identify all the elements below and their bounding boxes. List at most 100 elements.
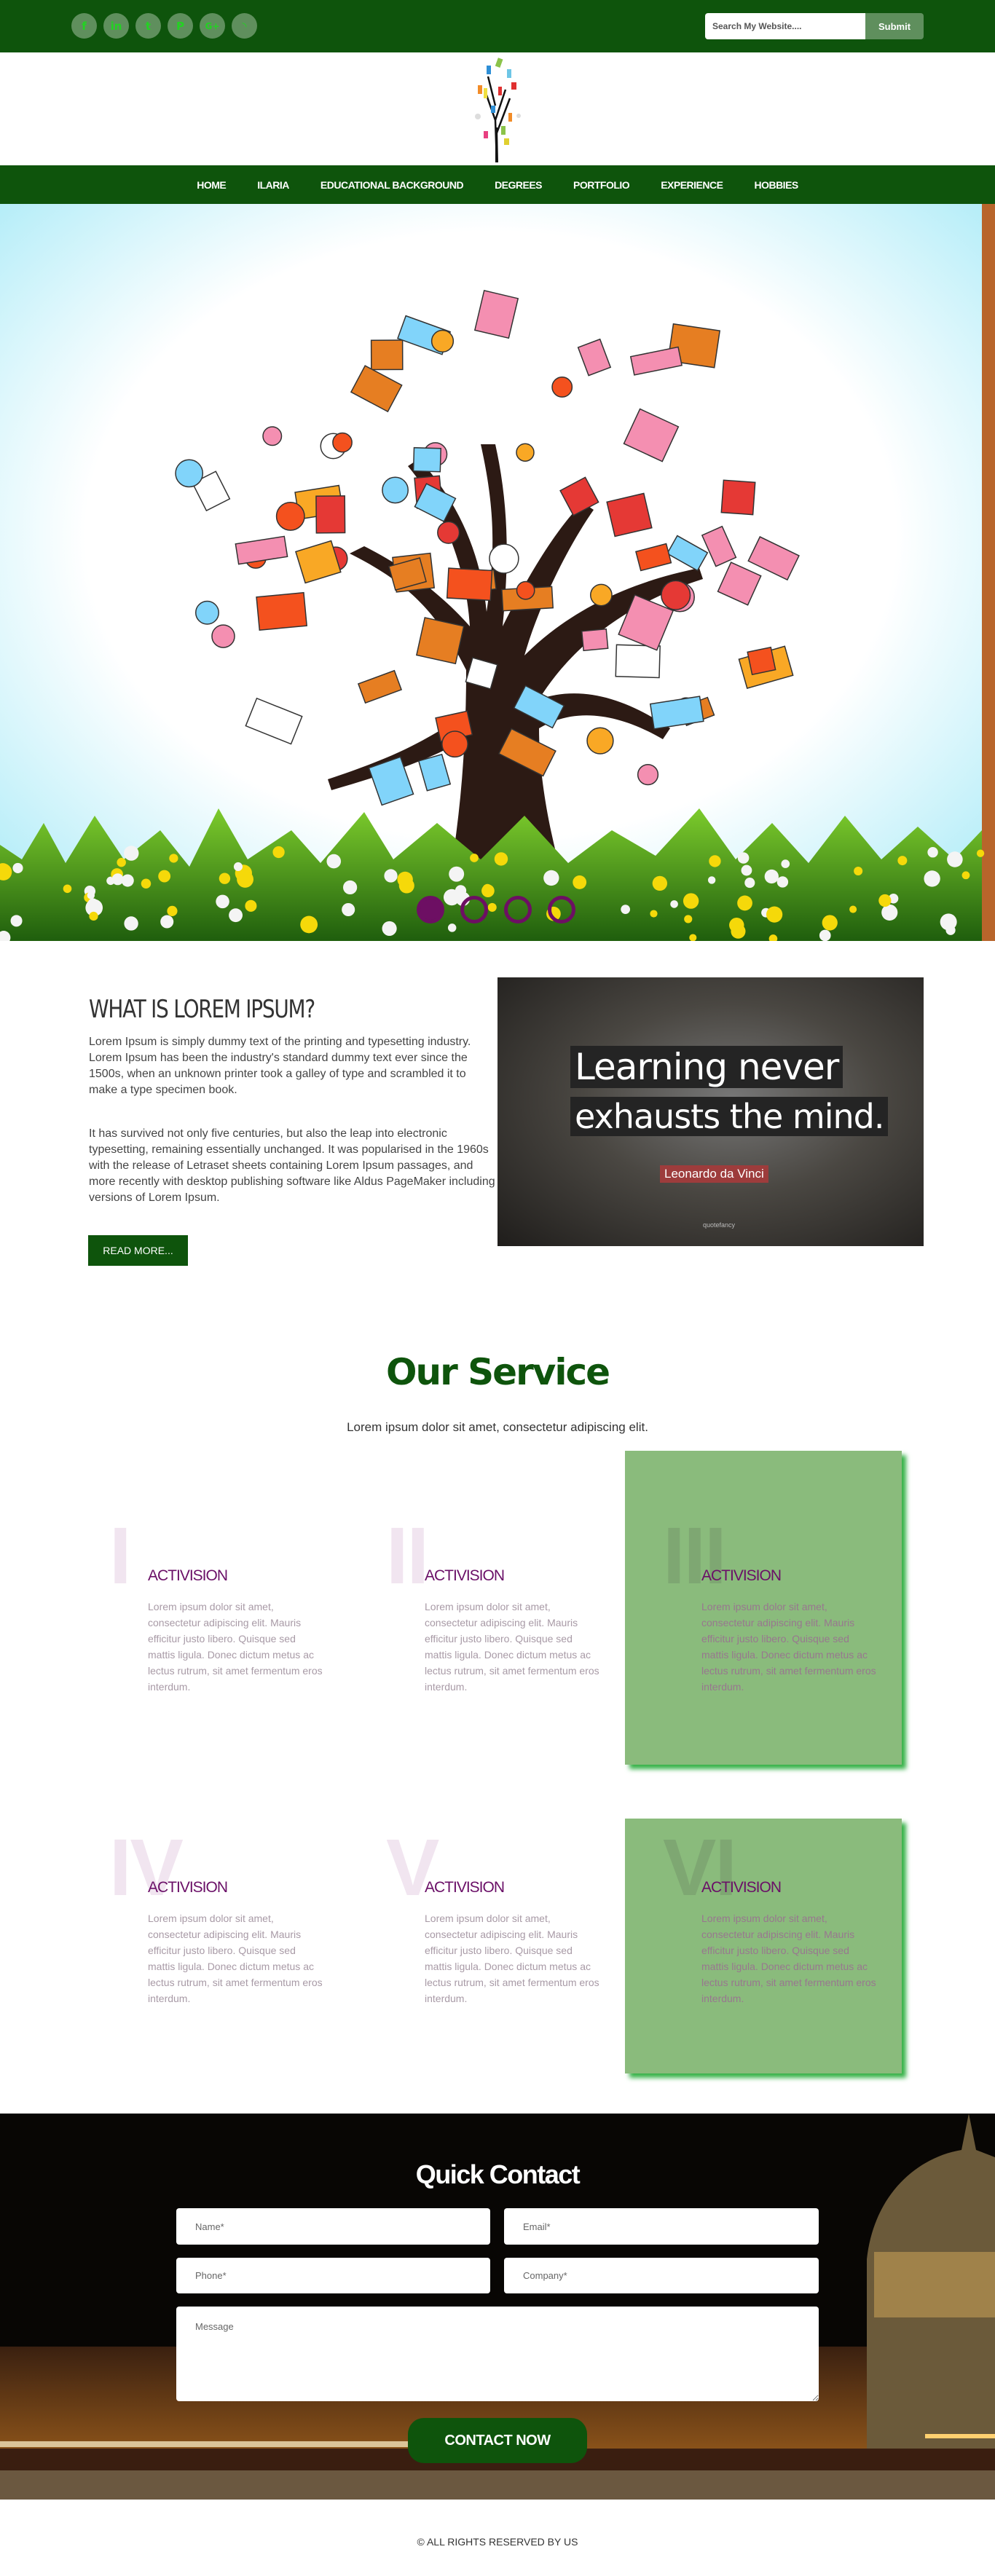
grass-flower (854, 866, 863, 876)
apple-flower-shape (516, 580, 535, 600)
slider-dot-1[interactable] (417, 896, 444, 923)
main-nav: HOME ILARIA EDUCATIONAL BACKGROUND DEGRE… (0, 165, 995, 204)
grass-flower (89, 911, 98, 921)
grass-flower (124, 846, 139, 861)
quote-watermark: quotefancy (703, 1221, 736, 1229)
linkedin-icon[interactable]: in (103, 13, 129, 39)
grass-flower (961, 871, 970, 880)
slider-dot-3[interactable] (504, 896, 532, 923)
grass-flower (621, 905, 630, 914)
apple-flower-shape (262, 426, 283, 446)
grass-flower (670, 900, 678, 908)
nav-home[interactable]: HOME (197, 179, 227, 191)
quote-image: Learning never exhausts the mind. Leonar… (498, 977, 924, 1246)
grass-flower (216, 894, 229, 909)
grass-flower (494, 852, 508, 866)
grass-flower (384, 869, 398, 883)
grass-flower (709, 855, 721, 867)
apple-flower-shape (637, 764, 659, 786)
apple-flower-shape (551, 376, 573, 398)
grass-flower (819, 929, 831, 941)
book-shape (747, 646, 776, 676)
contact-now-button[interactable]: CONTACT NOW (408, 2418, 587, 2463)
book-shape (370, 339, 404, 371)
grass-flower (945, 925, 956, 935)
grass-flower (343, 880, 358, 895)
service-title: ACTIVISION (701, 1879, 782, 1896)
grass-flower (160, 915, 174, 929)
book-shape (315, 495, 346, 534)
apple-flower-shape (332, 432, 353, 453)
google-plus-icon[interactable]: G+ (200, 13, 225, 39)
apple-flower-shape (211, 624, 235, 648)
apple-flower-shape (175, 459, 204, 488)
grass-flower (744, 878, 755, 889)
grass-flower (398, 878, 414, 894)
grass-flower (63, 884, 72, 894)
service-text: Lorem ipsum dolor sit amet, consectetur … (701, 1913, 876, 2004)
grass-flower (141, 878, 152, 889)
book-shape (446, 567, 493, 602)
grass-flower (481, 884, 495, 898)
service-title: ACTIVISION (425, 1879, 505, 1896)
service-numeral: II (386, 1511, 429, 1601)
service-title: ACTIVISION (148, 1879, 228, 1896)
grass-flower (233, 862, 243, 871)
grass-flower (300, 915, 318, 934)
services-subtitle: Lorem ipsum dolor sit amet, consectetur … (347, 1420, 648, 1434)
nav-portfolio[interactable]: PORTFOLIO (573, 179, 630, 191)
grass-flower (976, 849, 985, 857)
company-input[interactable] (504, 2258, 819, 2293)
grass-flower (881, 904, 898, 921)
nav-degrees[interactable]: DEGREES (495, 179, 542, 191)
book-shape (720, 479, 756, 516)
grass-flower (781, 859, 790, 868)
grass-flower (764, 869, 779, 884)
grass-flower (927, 847, 938, 858)
phone-input[interactable] (176, 2258, 490, 2293)
grass-flower (449, 866, 465, 882)
service-title: ACTIVISION (425, 1567, 505, 1584)
search-input[interactable] (705, 13, 865, 39)
name-input[interactable] (176, 2208, 490, 2245)
grass-flower (897, 856, 908, 866)
book-shape (412, 446, 441, 473)
grass-flower (878, 894, 892, 907)
grass-flower (111, 873, 124, 886)
footer-copyright: © ALL RIGHTS RESERVED BY US (417, 2536, 578, 2548)
book-shape (615, 644, 661, 679)
facebook-icon[interactable]: f (71, 13, 97, 39)
nav-hobbies[interactable]: HOBBIES (754, 179, 798, 191)
service-text: Lorem ipsum dolor sit amet, consectetur … (701, 1601, 876, 1693)
grass-flower (683, 893, 699, 909)
twitter-icon[interactable]: t (135, 13, 161, 39)
grass-flower (652, 875, 668, 891)
grass-flower (158, 870, 171, 883)
top-bar: f in t P G+ ◝ Submit (0, 0, 995, 52)
email-input[interactable] (504, 2208, 819, 2245)
grass-flower (326, 854, 342, 869)
quote-line-1: Learning never (570, 1046, 843, 1088)
search-submit-button[interactable]: Submit (865, 13, 924, 39)
grass-flower (822, 915, 838, 931)
slider-dot-2[interactable] (460, 896, 488, 923)
apple-flower-shape (516, 443, 535, 462)
nav-experience[interactable]: EXPERIENCE (661, 179, 723, 191)
pinterest-icon[interactable]: P (168, 13, 193, 39)
grass-flower (10, 915, 23, 927)
apple-flower-shape (430, 329, 455, 352)
read-more-button[interactable]: READ MORE... (88, 1235, 188, 1266)
nav-educational-background[interactable]: EDUCATIONAL BACKGROUND (320, 179, 464, 191)
message-textarea[interactable] (176, 2307, 819, 2401)
grass-flower (447, 923, 457, 932)
apple-flower-shape (437, 521, 460, 544)
grass-flower (87, 891, 95, 899)
slider-dot-4[interactable] (548, 896, 575, 923)
grass-flower (766, 906, 783, 923)
contact-title: Quick Contact (415, 2159, 581, 2189)
grass-flower (117, 857, 126, 867)
logo-tree[interactable] (459, 55, 536, 162)
services-title: Our Service (385, 1351, 610, 1393)
rss-icon[interactable]: ◝ (232, 13, 257, 39)
nav-ilaria[interactable]: ILARIA (257, 179, 289, 191)
